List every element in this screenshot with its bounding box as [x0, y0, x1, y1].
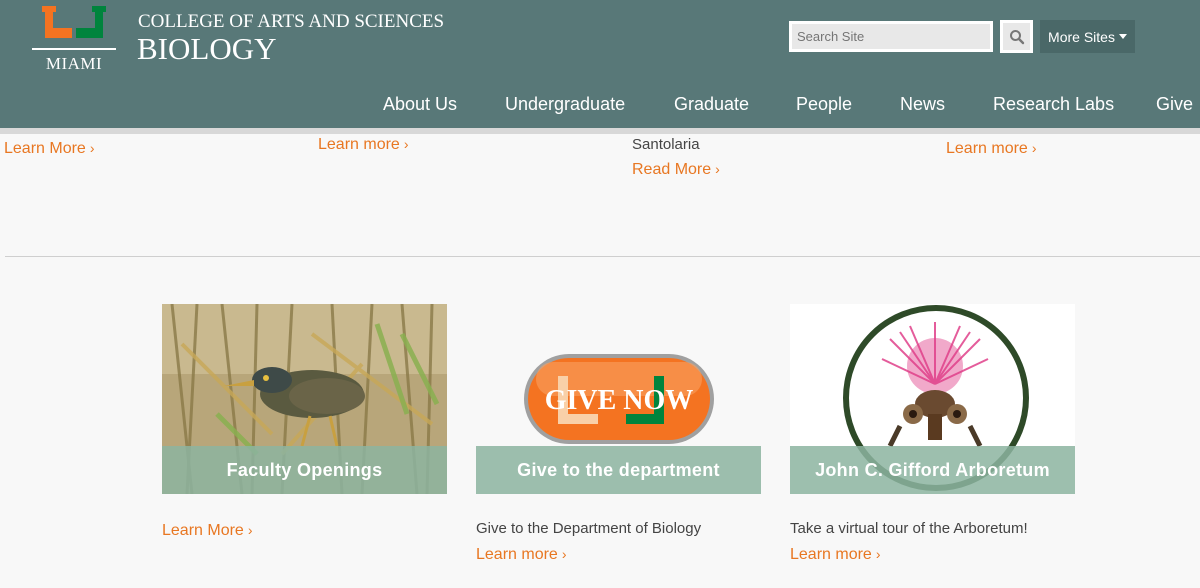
search-button[interactable] [1000, 20, 1033, 53]
chevron-right-icon: › [403, 136, 409, 152]
card-caption: John C. Gifford Arboretum [790, 446, 1075, 494]
u-logo-icon [42, 6, 106, 38]
link-label: Learn more [476, 546, 558, 563]
card-description: Take a virtual tour of the Arboretum! [790, 520, 1028, 537]
section-divider [5, 256, 1200, 257]
site-header: MIAMI COLLEGE OF ARTS AND SCIENCES BIOLO… [0, 0, 1200, 128]
nav-graduate[interactable]: Graduate [674, 94, 749, 115]
search-icon [1009, 29, 1024, 44]
university-logo[interactable]: MIAMI [32, 6, 116, 73]
caret-down-icon [1118, 34, 1127, 39]
learn-more-link[interactable]: Learn More › [4, 140, 95, 158]
more-sites-label: More Sites [1048, 28, 1115, 45]
link-label: Learn more [790, 546, 872, 563]
card-caption: Faculty Openings [162, 446, 447, 494]
card-arboretum[interactable]: John C. Gifford Arboretum [790, 304, 1075, 494]
link-label: Read More [632, 161, 712, 178]
link-label: Learn More [4, 140, 86, 157]
learn-more-link[interactable]: Learn More › [162, 522, 253, 540]
nav-give[interactable]: Give [1156, 94, 1193, 115]
more-sites-button[interactable]: More Sites [1040, 20, 1135, 53]
nav-about-us[interactable]: About Us [383, 94, 457, 115]
card-give[interactable]: GIVE NOW Give to the department [476, 304, 761, 494]
learn-more-link[interactable]: Learn more › [318, 136, 409, 154]
chevron-right-icon: › [89, 140, 95, 156]
chevron-right-icon: › [1031, 140, 1037, 156]
learn-more-link[interactable]: Learn more › [790, 546, 881, 564]
card-faculty-openings[interactable]: Faculty Openings [162, 304, 447, 494]
learn-more-link[interactable]: Learn more › [476, 546, 567, 564]
read-more-link[interactable]: Read More › [632, 161, 720, 179]
logo-divider [32, 48, 116, 50]
search-input[interactable] [789, 21, 993, 52]
nav-people[interactable]: People [796, 94, 852, 115]
link-label: Learn more [946, 140, 1028, 157]
logo-wordmark: MIAMI [45, 54, 103, 73]
link-label: Learn More [162, 522, 244, 539]
header-shadow [0, 128, 1200, 134]
author-name: Santolaria [632, 136, 700, 153]
nav-undergraduate[interactable]: Undergraduate [505, 94, 625, 115]
nav-news[interactable]: News [900, 94, 945, 115]
card-description: Give to the Department of Biology [476, 520, 702, 537]
chevron-right-icon: › [875, 546, 881, 562]
chevron-right-icon: › [561, 546, 567, 562]
chevron-right-icon: › [247, 522, 253, 538]
give-now-label: GIVE NOW [545, 385, 694, 416]
chevron-right-icon: › [715, 161, 720, 177]
nav-research-labs[interactable]: Research Labs [993, 94, 1114, 115]
department-name[interactable]: BIOLOGY [137, 31, 277, 67]
card-caption: Give to the department [476, 446, 761, 494]
learn-more-link[interactable]: Learn more › [946, 140, 1037, 158]
link-label: Learn more [318, 136, 400, 153]
college-name[interactable]: COLLEGE OF ARTS AND SCIENCES [138, 11, 444, 33]
